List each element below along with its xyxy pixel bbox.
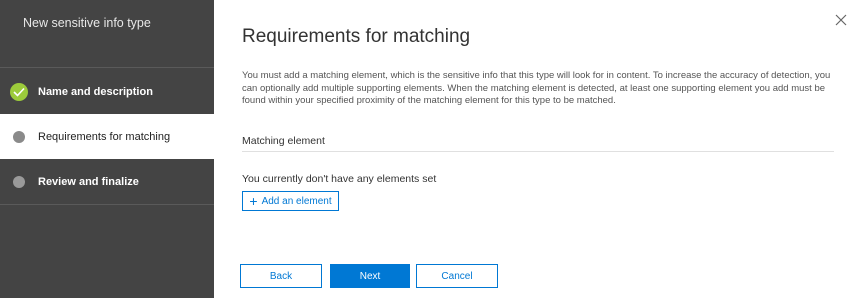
step-name-and-description[interactable]: Name and description xyxy=(0,69,214,114)
section-divider xyxy=(242,151,834,152)
plus-icon: + xyxy=(249,193,258,209)
sidebar-divider xyxy=(0,204,214,205)
section-title-matching-element: Matching element xyxy=(242,135,325,147)
close-icon xyxy=(835,14,847,26)
step-status-dot-icon xyxy=(13,130,25,143)
checkmark-icon xyxy=(10,82,28,101)
step-review-and-finalize[interactable]: Review and finalize xyxy=(0,159,214,204)
step-label: Name and description xyxy=(38,85,153,98)
step-status-dot-icon xyxy=(13,175,25,188)
step-requirements-for-matching[interactable]: Requirements for matching xyxy=(0,114,214,159)
add-element-label: Add an element xyxy=(261,195,332,207)
close-button[interactable] xyxy=(833,12,849,28)
next-button[interactable]: Next xyxy=(330,264,410,288)
wizard-title: New sensitive info type xyxy=(23,16,151,30)
step-label: Review and finalize xyxy=(38,175,139,188)
cancel-button[interactable]: Cancel xyxy=(416,264,498,288)
back-button[interactable]: Back xyxy=(240,264,322,288)
page-description: You must add a matching element, which i… xyxy=(242,70,831,106)
empty-elements-message: You currently don't have any elements se… xyxy=(242,173,437,185)
add-element-button[interactable]: + Add an element xyxy=(242,191,339,211)
wizard-sidebar: New sensitive info type Name and descrip… xyxy=(0,0,214,298)
page-title: Requirements for matching xyxy=(242,26,471,47)
sidebar-divider xyxy=(0,67,214,68)
step-label: Requirements for matching xyxy=(38,130,171,143)
